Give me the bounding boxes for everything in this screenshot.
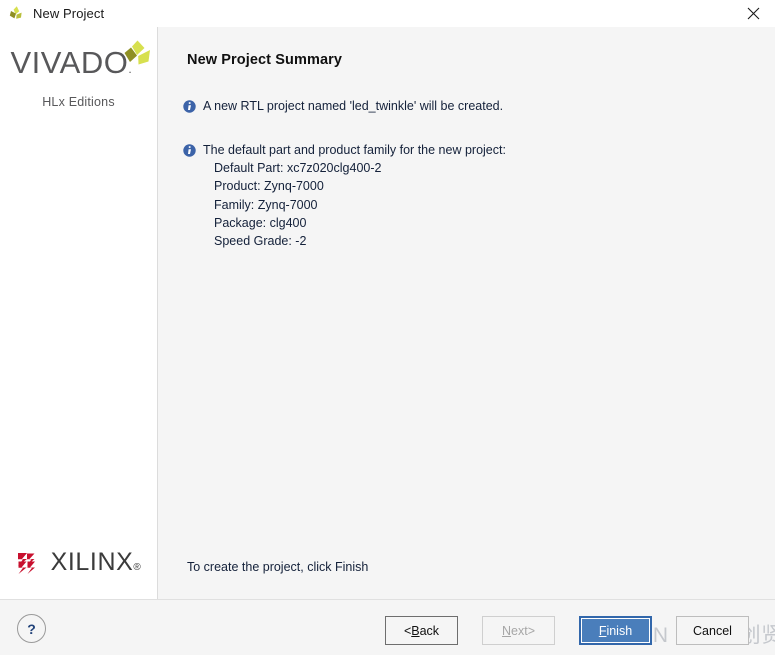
vivado-edition-label: HLx Editions — [42, 95, 115, 109]
help-button[interactable]: ? — [17, 614, 46, 643]
back-button-prefix: < — [403, 623, 412, 638]
xilinx-mark-icon — [16, 550, 42, 576]
dialog-body: VIVADO. HLx Editions XILINX® New Project… — [0, 27, 775, 599]
part-details-heading: The default part and product family for … — [203, 143, 506, 157]
back-button[interactable]: < Back — [385, 616, 458, 645]
vivado-product-name: VIVADO. — [11, 45, 133, 81]
cancel-button[interactable]: Cancel — [676, 616, 749, 645]
back-button-accel: B — [411, 623, 420, 638]
finish-button-rest: inish — [606, 623, 633, 638]
wizard-navigation-buttons: < Back Next > Finish Cancel — [385, 616, 749, 645]
page-title: New Project Summary — [187, 52, 343, 68]
vivado-wordmark: VIVADO. — [11, 40, 150, 89]
summary-content-pane: New Project Summary A new RTL project na… — [158, 27, 775, 599]
xilinx-wordmark-text: XILINX — [50, 548, 134, 576]
info-message-part: The default part and product family for … — [183, 141, 506, 250]
detail-package: Package: clg400 — [214, 215, 307, 230]
info-icon — [183, 144, 196, 157]
footer-instruction: To create the project, click Finish — [187, 560, 369, 574]
vivado-logo: VIVADO. HLx Editions — [0, 40, 157, 109]
window-title: New Project — [33, 6, 105, 21]
detail-family: Family: Zynq-7000 — [214, 197, 318, 212]
finish-button-accel: F — [598, 623, 607, 638]
part-details-list: The default part and product family for … — [203, 141, 506, 250]
info-icon — [183, 100, 196, 113]
detail-speed-grade: Speed Grade: -2 — [214, 234, 307, 249]
back-button-rest: ack — [419, 623, 440, 638]
finish-button[interactable]: Finish — [579, 616, 652, 645]
vivado-product-name-text: VIVADO — [10, 45, 129, 80]
xilinx-registered-mark: ® — [133, 562, 142, 573]
branding-sidebar: VIVADO. HLx Editions XILINX® — [0, 27, 158, 599]
vivado-leaf-mark-icon — [119, 39, 153, 73]
next-button-rest: ext — [511, 623, 528, 638]
next-button[interactable]: Next > — [482, 616, 555, 645]
xilinx-logo: XILINX® — [0, 548, 157, 577]
info-message-project: A new RTL project named 'led_twinkle' wi… — [183, 97, 503, 115]
next-button-suffix: > — [527, 623, 536, 638]
detail-default-part: Default Part: xc7z020clg400-2 — [214, 161, 382, 176]
xilinx-wordmark: XILINX® — [51, 548, 142, 577]
detail-product: Product: Zynq-7000 — [214, 179, 324, 194]
close-icon[interactable] — [731, 0, 775, 27]
window-titlebar: New Project — [0, 0, 775, 28]
info-message-project-text: A new RTL project named 'led_twinkle' wi… — [203, 99, 504, 113]
vivado-leaf-icon — [8, 5, 26, 23]
next-button-accel: N — [501, 623, 512, 638]
